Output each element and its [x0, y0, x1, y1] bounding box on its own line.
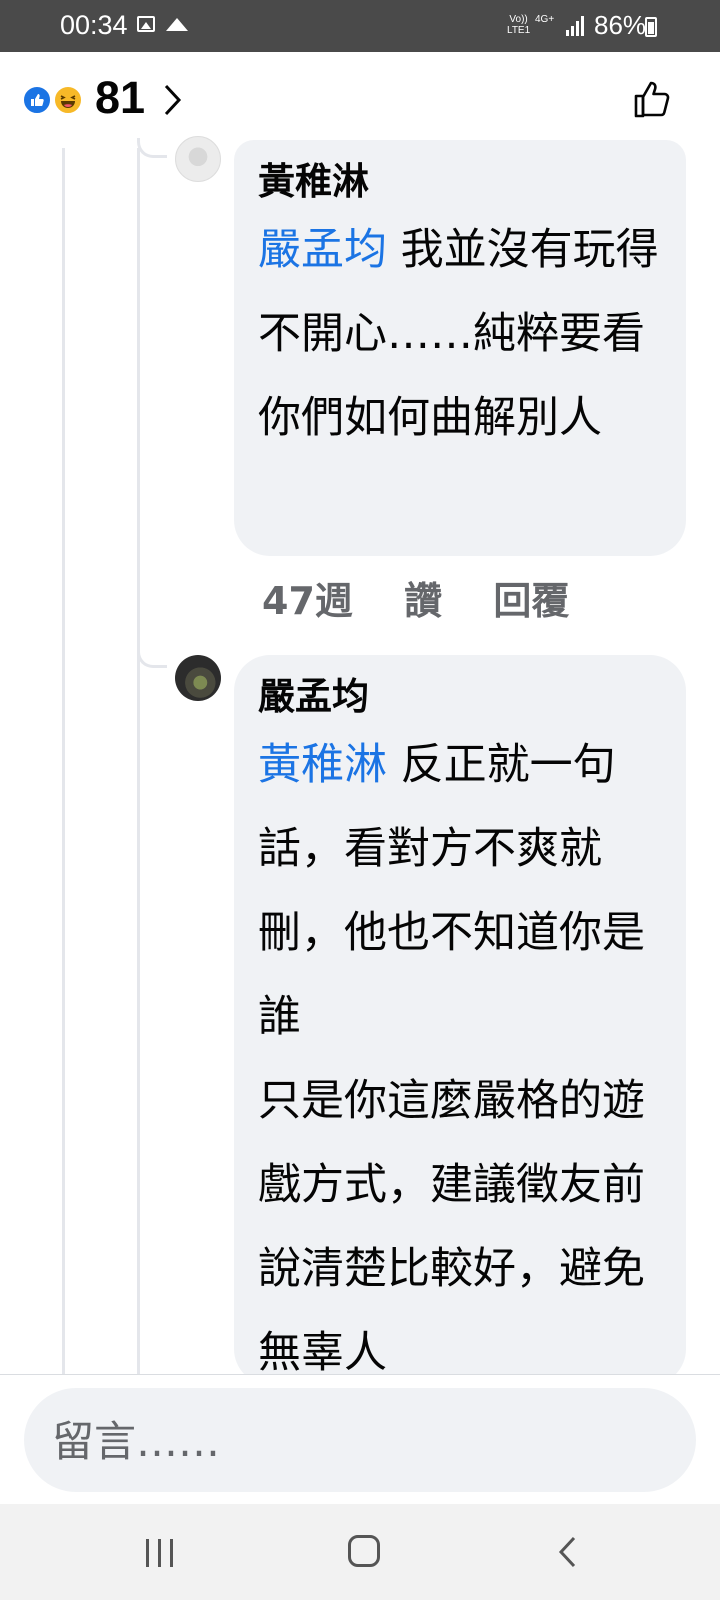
reactions-header: 81: [0, 52, 720, 148]
comment-bubble[interactable]: 黃稚淋 嚴孟均 我並沒有玩得不開心……純粹要看你們如何曲解別人: [234, 140, 686, 556]
recents-icon[interactable]: [146, 1539, 176, 1567]
signal-icon: [566, 14, 586, 36]
network-type: 4G+: [535, 14, 555, 25]
haha-reaction-icon[interactable]: [53, 85, 83, 115]
chevron-right-icon[interactable]: [162, 82, 184, 122]
reaction-count[interactable]: 81: [95, 72, 145, 124]
back-icon[interactable]: [556, 1534, 578, 1574]
comment-input[interactable]: [50, 1388, 674, 1494]
gallery-notification-icon: [137, 16, 155, 32]
status-time: 00:34: [60, 10, 128, 40]
comment-body-line-2: 只是你這麼嚴格的遊戲方式，建議徵友前說清楚比較好，避免無辜人: [258, 1076, 645, 1378]
system-nav-bar: [0, 1504, 720, 1600]
avatar[interactable]: [175, 655, 221, 701]
home-icon[interactable]: [348, 1535, 380, 1567]
comment-text: 嚴孟均 我並沒有玩得不開心……純粹要看你們如何曲解別人: [258, 208, 662, 460]
like-reaction-icon[interactable]: [22, 85, 52, 115]
mention-link[interactable]: 黃稚淋: [258, 740, 387, 790]
comment-composer[interactable]: [24, 1388, 696, 1494]
lte-label: LTE1: [507, 25, 531, 36]
avatar[interactable]: [175, 136, 221, 182]
reply-connector: [137, 648, 167, 668]
comment-text: 黃稚淋 反正就一句話，看對方不爽就刪，他也不知道你是誰: [258, 723, 662, 1059]
battery-percent: 86%: [594, 10, 647, 40]
reply-button[interactable]: 回覆: [493, 579, 569, 623]
comment-bubble[interactable]: 嚴孟均 黃稚淋 反正就一句話，看對方不爽就刪，他也不知道你是誰 只是你這麼嚴格的…: [234, 655, 686, 1385]
like-comment-button[interactable]: 讚: [404, 579, 442, 623]
like-button-icon[interactable]: [632, 78, 674, 124]
thread-line: [62, 148, 65, 1374]
mention-link[interactable]: 嚴孟均: [258, 225, 387, 275]
comment-composer-bar: [0, 1374, 720, 1505]
reply-thread-line: [137, 148, 140, 1374]
status-bar: 00:34 Vo)) LTE1 4G+ 86%: [0, 0, 720, 52]
volte-indicator: Vo)) LTE1: [507, 14, 530, 36]
comment-meta: 47週 讚 回覆: [262, 570, 607, 625]
comment-author[interactable]: 嚴孟均: [258, 671, 662, 723]
comment-author[interactable]: 黃稚淋: [258, 156, 662, 208]
image-notification-icon: [166, 18, 188, 31]
volte-label: Vo)): [509, 14, 528, 25]
reply-connector: [137, 138, 167, 158]
battery-charging-icon: [645, 17, 657, 37]
comment-time[interactable]: 47週: [262, 579, 353, 623]
